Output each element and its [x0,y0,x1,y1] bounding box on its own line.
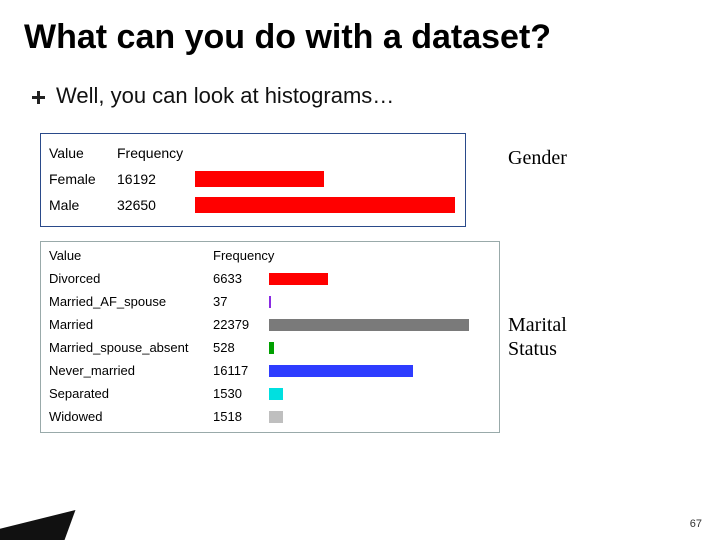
marital-label: MaritalStatus [508,313,567,361]
table-row: Married_AF_spouse37 [41,290,499,313]
freq-cell: 37 [213,290,269,313]
value-cell: Divorced [41,267,213,290]
chart-area: Gender Value Frequency Female16192Male32… [40,133,680,433]
value-cell: Married_spouse_absent [41,336,213,359]
value-cell: Separated [41,382,213,405]
freq-cell: 22379 [213,313,269,336]
freq-cell: 1530 [213,382,269,405]
header-value: Value [41,244,213,267]
header-freq: Frequency [213,244,269,267]
table-row: Divorced6633 [41,267,499,290]
table-row: Male32650 [41,192,465,218]
value-cell: Married [41,313,213,336]
bar-icon [195,197,455,213]
bar-icon [269,365,413,377]
bar-icon [195,171,324,187]
bar-cell [195,171,465,187]
bar-icon [269,296,271,308]
bar-cell [269,365,479,377]
bar-cell [269,342,479,354]
page-number: 67 [690,518,702,530]
bar-cell [269,296,479,308]
gender-histogram: Value Frequency Female16192Male32650 [40,133,466,227]
bar-icon [269,273,328,285]
marital-histogram: Value Frequency Divorced6633Married_AF_s… [40,241,500,433]
value-cell: Married_AF_spouse [41,290,213,313]
header-freq: Frequency [117,145,195,161]
subtitle: Well, you can look at histograms… [56,83,394,109]
accent-wedge [0,510,75,540]
bar-cell [269,388,479,400]
bar-icon [269,388,283,400]
freq-cell: 1518 [213,405,269,428]
table-row: Female16192 [41,166,465,192]
table-row: Widowed1518 [41,405,499,428]
freq-cell: 6633 [213,267,269,290]
bar-icon [269,319,469,331]
table-row: Married_spouse_absent528 [41,336,499,359]
bar-cell [269,411,479,423]
table-row: Separated1530 [41,382,499,405]
bar-cell [269,319,479,331]
gender-label: Gender [508,147,567,170]
value-cell: Widowed [41,405,213,428]
bar-cell [195,197,465,213]
value-cell: Male [41,197,117,213]
plus-bullet-icon [32,91,46,105]
bar-icon [269,411,283,423]
freq-cell: 16117 [213,359,269,382]
freq-cell: 528 [213,336,269,359]
header-value: Value [41,145,117,161]
table-row: Married22379 [41,313,499,336]
subtitle-row: Well, you can look at histograms… [0,57,720,109]
bar-cell [269,273,479,285]
value-cell: Female [41,171,117,187]
bar-icon [269,342,274,354]
page-title: What can you do with a dataset? [0,0,720,57]
table-header: Value Frequency [41,244,499,267]
freq-cell: 16192 [117,171,195,187]
freq-cell: 32650 [117,197,195,213]
value-cell: Never_married [41,359,213,382]
table-header: Value Frequency [41,140,465,166]
table-row: Never_married16117 [41,359,499,382]
